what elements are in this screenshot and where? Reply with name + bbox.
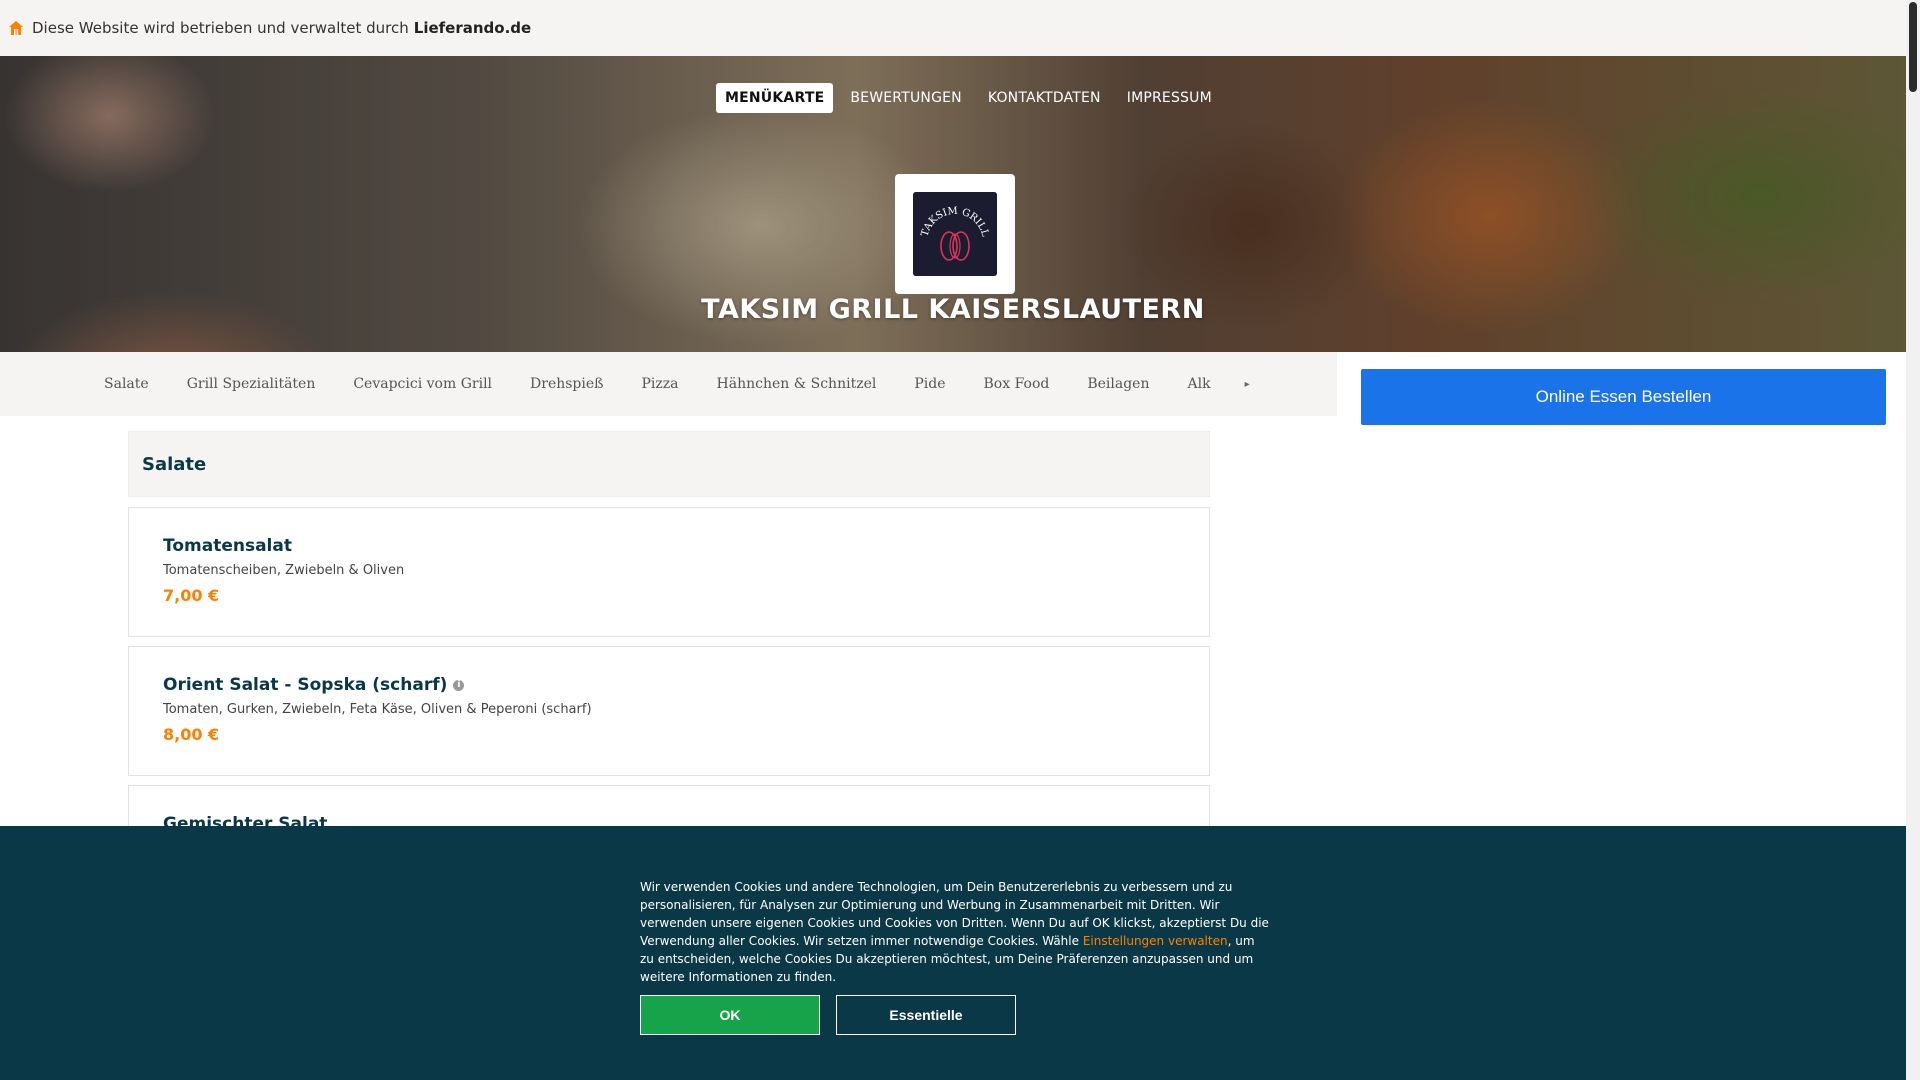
- restaurant-logo: TAKSIM GRILL: [895, 174, 1015, 294]
- order-online-button[interactable]: Online Essen Bestellen: [1361, 369, 1886, 425]
- menu-item-description: Tomatenscheiben, Zwiebeln & Oliven: [163, 563, 405, 578]
- cookie-ok-button[interactable]: OK: [640, 995, 820, 1035]
- menu-item[interactable]: Orient Salat - Sopska (scharf) i Tomaten…: [128, 646, 1210, 776]
- scrollbar-thumb[interactable]: [1909, 2, 1917, 92]
- operator-info-bar: Diese Website wird betrieben und verwalt…: [0, 0, 1906, 56]
- cookie-essential-button[interactable]: Essentielle: [836, 995, 1016, 1035]
- category-drehspiess[interactable]: Drehspieß: [530, 376, 603, 392]
- restaurant-name: TAKSIM GRILL KAISERSLAUTERN: [701, 294, 1205, 325]
- menu-item-price: 8,00 €: [163, 725, 220, 744]
- category-pide[interactable]: Pide: [914, 376, 945, 392]
- category-haehnchen[interactable]: Hähnchen & Schnitzel: [717, 376, 877, 392]
- category-salate[interactable]: Salate: [104, 376, 149, 392]
- home-icon: [9, 21, 23, 35]
- nav-contact[interactable]: KONTAKTDATEN: [979, 83, 1110, 113]
- nav-menu[interactable]: MENÜKARTE: [716, 83, 834, 113]
- menu-item[interactable]: Tomatensalat Tomatenscheiben, Zwiebeln &…: [128, 507, 1210, 637]
- category-cevapcici[interactable]: Cevapcici vom Grill: [353, 376, 492, 392]
- cookie-settings-link[interactable]: Einstellungen verwalten: [1083, 934, 1228, 948]
- menu-item-description: Tomaten, Gurken, Zwiebeln, Feta Käse, Ol…: [163, 702, 592, 717]
- category-nav: Salate Grill Spezialitäten Cevapcici vom…: [0, 352, 1337, 416]
- hero-banner: MENÜKARTE BEWERTUNGEN KONTAKTDATEN IMPRE…: [0, 56, 1906, 352]
- category-grill[interactable]: Grill Spezialitäten: [187, 376, 316, 392]
- cookie-text: Wir verwenden Cookies und andere Technol…: [640, 878, 1270, 986]
- operator-info-text: Diese Website wird betrieben und verwalt…: [32, 19, 409, 37]
- operator-brand-link[interactable]: Lieferando.de: [414, 19, 531, 37]
- menu-section-title: Salate: [128, 431, 1210, 497]
- category-alk[interactable]: Alk: [1187, 376, 1210, 392]
- nav-reviews[interactable]: BEWERTUNGEN: [841, 83, 971, 113]
- category-pizza[interactable]: Pizza: [642, 376, 679, 392]
- menu-item-name: Orient Salat - Sopska (scharf): [163, 675, 448, 695]
- hero-nav: MENÜKARTE BEWERTUNGEN KONTAKTDATEN IMPRE…: [716, 83, 1221, 113]
- category-boxfood[interactable]: Box Food: [984, 376, 1050, 392]
- menu-item-name: Tomatensalat: [163, 536, 292, 556]
- info-icon[interactable]: i: [453, 679, 465, 691]
- cookie-banner: Wir verwenden Cookies und andere Technol…: [0, 826, 1906, 1080]
- menu-item-price: 7,00 €: [163, 586, 220, 605]
- taksim-grill-logo: TAKSIM GRILL: [913, 192, 997, 276]
- nav-imprint[interactable]: IMPRESSUM: [1118, 83, 1221, 113]
- chevron-right-icon[interactable]: ▸: [1245, 379, 1250, 390]
- page-scrollbar[interactable]: [1906, 0, 1920, 1080]
- category-beilagen[interactable]: Beilagen: [1087, 376, 1149, 392]
- menu-item-name-row: Orient Salat - Sopska (scharf) i: [163, 675, 1175, 695]
